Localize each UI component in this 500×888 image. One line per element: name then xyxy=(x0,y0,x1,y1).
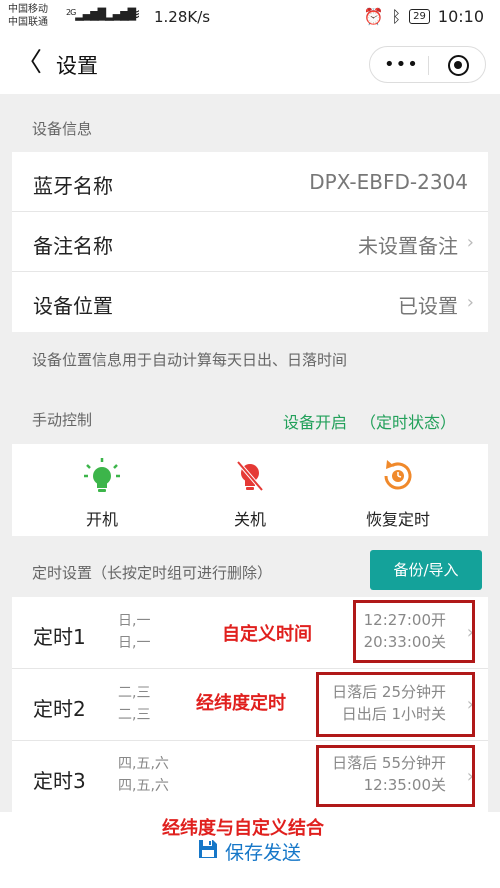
device-info-card: 蓝牙名称 DPX-EBFD-2304 备注名称 未设置备注 › 设备位置 已设置… xyxy=(12,152,488,332)
floppy-disk-icon xyxy=(197,838,219,865)
alarm-icon: ⏰ xyxy=(363,7,384,26)
row-label: 设备位置 xyxy=(33,294,113,318)
location-note: 设备位置信息用于自动计算每天日出、日落时间 xyxy=(32,351,348,369)
save-send-button[interactable]: 保存发送 xyxy=(197,838,301,865)
annotation-label: 经纬度与自定义结合 xyxy=(162,818,324,839)
save-send-label: 保存发送 xyxy=(225,842,302,864)
row-label: 蓝牙名称 xyxy=(33,174,113,198)
timer-days: 四,五,六 四,五,六 xyxy=(118,753,169,797)
power-on-button[interactable]: 开机 xyxy=(42,444,162,536)
capsule-divider xyxy=(428,56,429,75)
power-off-button[interactable]: 关机 xyxy=(190,444,310,536)
wifi-icon: ≋ xyxy=(128,5,141,23)
timer-name: 定时3 xyxy=(33,769,86,793)
timer-days-1: 日,一 xyxy=(118,613,151,629)
annotation-box xyxy=(353,600,475,663)
backup-import-button[interactable]: 备份/导入 xyxy=(370,550,482,590)
annotation-label: 自定义时间 xyxy=(222,624,312,645)
row-value: 未设置备注 xyxy=(358,234,458,258)
timer-days-2: 日,一 xyxy=(118,635,151,651)
restore-timer-icon xyxy=(338,456,458,496)
power-off-label: 关机 xyxy=(233,510,266,529)
carrier-2: 中国联通 xyxy=(8,17,48,28)
close-target-icon[interactable] xyxy=(448,55,469,76)
timer-status: （定时状态） xyxy=(360,413,457,432)
chevron-right-icon: › xyxy=(466,292,474,313)
clock: 10:10 xyxy=(437,7,484,26)
row-value: 已设置 xyxy=(398,294,458,318)
timer-days-2: 四,五,六 xyxy=(118,778,169,794)
timer-days-2: 二,三 xyxy=(118,707,151,723)
carrier-info: 中国移动 中国联通 xyxy=(8,3,48,29)
mini-program-capsule: ••• xyxy=(369,46,486,83)
nav-bar: 〈 设置 ••• xyxy=(0,34,500,94)
annotation-box xyxy=(316,745,475,807)
bulb-on-icon xyxy=(42,456,162,496)
timer-name: 定时2 xyxy=(33,697,86,721)
power-on-label: 开机 xyxy=(85,510,118,529)
bluetooth-name-row: 蓝牙名称 DPX-EBFD-2304 xyxy=(12,152,488,212)
page-title: 设置 xyxy=(56,54,98,78)
battery-icon: 29 xyxy=(409,9,430,24)
device-status: 设备开启 xyxy=(283,413,348,432)
more-icon[interactable]: ••• xyxy=(384,54,419,75)
remark-name-row[interactable]: 备注名称 未设置备注 › xyxy=(12,212,488,272)
timer-days-1: 四,五,六 xyxy=(118,756,169,772)
manual-control-label: 手动控制 xyxy=(32,411,93,429)
bulb-off-icon xyxy=(190,456,310,496)
row-label: 备注名称 xyxy=(33,234,113,258)
timer-name: 定时1 xyxy=(33,625,86,649)
back-icon[interactable]: 〈 xyxy=(16,48,42,78)
annotation-box xyxy=(316,672,475,737)
device-info-label: 设备信息 xyxy=(32,120,93,138)
carrier-1: 中国移动 xyxy=(8,4,48,15)
network-speed: 1.28K/s xyxy=(154,8,211,26)
row-value: DPX-EBFD-2304 xyxy=(309,170,468,194)
restore-timer-label: 恢复定时 xyxy=(365,510,430,529)
timer-settings-label: 定时设置（长按定时组可进行删除） xyxy=(32,564,273,582)
status-right: ⏰ ᛒ 29 10:10 xyxy=(364,7,484,26)
timer-days: 日,一 日,一 xyxy=(118,610,150,654)
manual-control-card: 开机 关机 恢复定时 xyxy=(12,444,488,536)
timer-days-1: 二,三 xyxy=(118,685,151,701)
timer-days: 二,三 二,三 xyxy=(118,682,150,726)
status-bar: 中国移动 中国联通 2G▂▄▆█ 4G▂▄▆█ ≋ 1.28K/s ⏰ ᛒ 29… xyxy=(0,0,500,34)
chevron-right-icon: › xyxy=(466,232,474,253)
bluetooth-icon: ᛒ xyxy=(391,7,402,26)
device-location-row[interactable]: 设备位置 已设置 › xyxy=(12,272,488,332)
restore-timer-button[interactable]: 恢复定时 xyxy=(338,444,458,536)
annotation-label: 经纬度定时 xyxy=(196,693,286,714)
